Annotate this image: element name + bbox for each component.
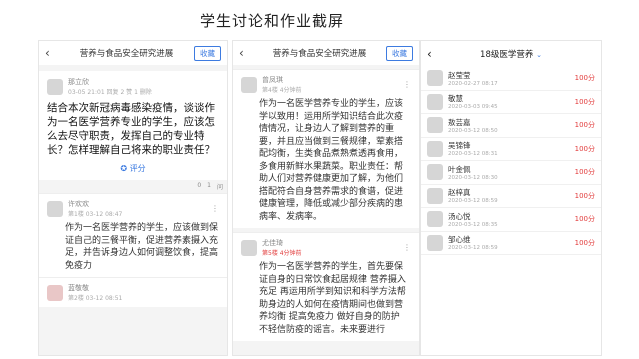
course-title: 营养与食品安全研究进展	[272, 49, 367, 59]
submit-date: 2020-03-12 08:30	[448, 174, 498, 181]
class-title: 18级医学营养	[480, 50, 534, 60]
reply-text: 作为一名医学营养专业的学生，应该学以致用！运用所学知识结合此次疫情情况，让身边人…	[259, 99, 404, 222]
reply-meta: 第5楼 4分钟前	[262, 250, 302, 257]
reply-item: 尤佳琦 第5楼 4分钟前 ⋮ 作为一名医学营养的学生，首先要保证自身的日常饮食起…	[233, 232, 419, 341]
student-row[interactable]: 吴锦锋 2020-03-12 08:31 100分	[421, 138, 601, 161]
student-row[interactable]: 汤心悦 2020-03-12 08:35 100分	[421, 208, 601, 232]
back-icon[interactable]: ‹	[45, 46, 59, 60]
avatar	[427, 211, 443, 228]
reply-author: 许欢欢	[68, 200, 89, 208]
submit-date: 2020-03-12 08:35	[448, 221, 498, 228]
reply-text: 作为一名医学营养的学生，首先要保证自身的日常饮食起居规律 营养摄入充足 再运用所…	[259, 262, 406, 335]
reply-author: 尤佳琦	[262, 239, 283, 247]
student-name: 赵梓真	[448, 188, 471, 198]
avatar	[427, 93, 443, 110]
back-icon[interactable]: ‹	[239, 46, 253, 60]
avatar	[427, 187, 443, 204]
topbar: ‹ 营养与食品安全研究进展 收藏	[233, 41, 419, 65]
reply-item: 曾凤琪 第4楼 4分钟前 ⋮ 作为一名医学营养专业的学生，应该学以致用！运用所学…	[233, 69, 419, 228]
reply-meta: 第2楼 03-12 08:51	[68, 295, 123, 302]
avatar	[47, 284, 63, 301]
post-meta: 03-05 21:01 回复 2 赞 1 删除	[68, 89, 152, 96]
student-name: 敖芸嘉	[448, 117, 471, 127]
topic-question: 结合本次新冠病毒感染疫情，谈谈作为一名医学营养专业的学生，应该怎么去尽守职责，发…	[47, 102, 215, 156]
score: 100分	[574, 191, 595, 200]
student-row[interactable]: 叶金佩 2020-03-12 08:30 100分	[421, 161, 601, 185]
submit-date: 2020-02-27 08:17	[448, 80, 498, 87]
score: 100分	[574, 238, 595, 247]
reply-author: 曾凤琪	[262, 76, 283, 84]
submit-date: 2020-03-12 08:31	[448, 151, 498, 158]
avatar	[427, 117, 443, 134]
reply-item: 许欢欢 第1楼 03-12 08:47 ⋮ 作为一名医学营养的学生，应该做到保证…	[39, 193, 227, 277]
avatar	[47, 200, 63, 217]
class-selector[interactable]: 18级医学营养 ⌄	[441, 48, 581, 60]
reply-meta: 第1楼 03-12 08:47	[68, 211, 123, 218]
avatar	[47, 78, 63, 95]
favorite-button[interactable]: 收藏	[194, 45, 221, 61]
student-name: 敬慧	[448, 94, 463, 104]
student-row[interactable]: 邹心维 2020-03-12 08:59 100分	[421, 232, 601, 255]
more-icon[interactable]: ⋮	[211, 204, 219, 213]
rate-button[interactable]: ✪ 评分	[47, 163, 219, 174]
submit-date: 2020-03-12 08:50	[448, 127, 498, 134]
student-row[interactable]: 敖芸嘉 2020-03-12 08:50 100分	[421, 114, 601, 138]
score: 100分	[574, 121, 595, 130]
student-name: 邹心维	[448, 235, 471, 245]
topic-post: 那立欣 03-05 21:01 回复 2 赞 1 删除 结合本次新冠病毒感染疫情…	[39, 71, 227, 180]
rate-icon: ✪	[120, 164, 130, 173]
reply-author: 蓝敬敬	[68, 284, 89, 292]
student-name: 吴锦锋	[448, 141, 471, 151]
discussion-topic-panel: ‹ 营养与食品安全研究进展 收藏 那立欣 03-05 21:01 回复 2 赞 …	[38, 40, 228, 356]
course-title: 营养与食品安全研究进展	[79, 49, 174, 59]
avatar	[241, 76, 257, 93]
score: 100分	[574, 74, 595, 83]
back-icon[interactable]: ‹	[427, 47, 441, 61]
student-row[interactable]: 赵莹莹 2020-02-27 08:17 100分	[421, 67, 601, 91]
avatar	[427, 234, 443, 251]
score: 100分	[574, 168, 595, 177]
student-name: 赵莹莹	[448, 70, 471, 80]
submit-date: 2020-03-12 08:59	[448, 198, 498, 205]
student-name: 汤心悦	[448, 211, 471, 221]
student-row[interactable]: 赵梓真 2020-03-12 08:59 100分	[421, 185, 601, 208]
avatar	[427, 164, 443, 181]
reply-text: 作为一名医学营养的学生，应该做到保证自己的三餐平衡，促进营养素摄入充足，并告诉身…	[65, 223, 219, 271]
score: 100分	[574, 215, 595, 224]
avatar	[241, 239, 257, 256]
score: 100分	[574, 144, 595, 153]
score: 100分	[574, 97, 595, 106]
topbar: ‹ 18级医学营养 ⌄	[421, 41, 601, 67]
post-author: 那立欣	[68, 78, 89, 86]
post-stats: 0 1 问	[39, 180, 227, 193]
reply-item: 蓝敬敬 第2楼 03-12 08:51	[39, 277, 227, 307]
submit-date: 2020-03-03 09:45	[448, 104, 498, 111]
topbar: ‹ 营养与食品安全研究进展 收藏	[39, 41, 227, 65]
slide-title: 学生讨论和作业截屏	[200, 12, 345, 30]
ask-count[interactable]: 问	[217, 182, 223, 191]
chevron-down-icon: ⌄	[536, 51, 542, 59]
comment-count[interactable]: 1	[207, 182, 211, 191]
student-name: 叶金佩	[448, 164, 471, 174]
more-icon[interactable]: ⋮	[403, 80, 411, 89]
student-list: 赵莹莹 2020-02-27 08:17 100分 敬慧 2020-03-03 09:4…	[421, 67, 601, 255]
student-row[interactable]: 敬慧 2020-03-03 09:45 100分	[421, 91, 601, 114]
submit-date: 2020-03-12 08:59	[448, 245, 498, 252]
favorite-button[interactable]: 收藏	[386, 45, 413, 61]
avatar	[427, 70, 443, 87]
grade-list-panel: ‹ 18级医学营养 ⌄ 赵莹莹 2020-02-27 08:17 100分 敬慧 202…	[420, 40, 602, 356]
avatar	[427, 140, 443, 157]
reply-meta: 第4楼 4分钟前	[262, 87, 302, 94]
discussion-replies-panel: ‹ 营养与食品安全研究进展 收藏 曾凤琪 第4楼 4分钟前 ⋮ 作为一名医学营养…	[232, 40, 420, 356]
like-count[interactable]: 0	[197, 182, 201, 191]
more-icon[interactable]: ⋮	[403, 243, 411, 252]
rate-label: 评分	[129, 164, 146, 173]
